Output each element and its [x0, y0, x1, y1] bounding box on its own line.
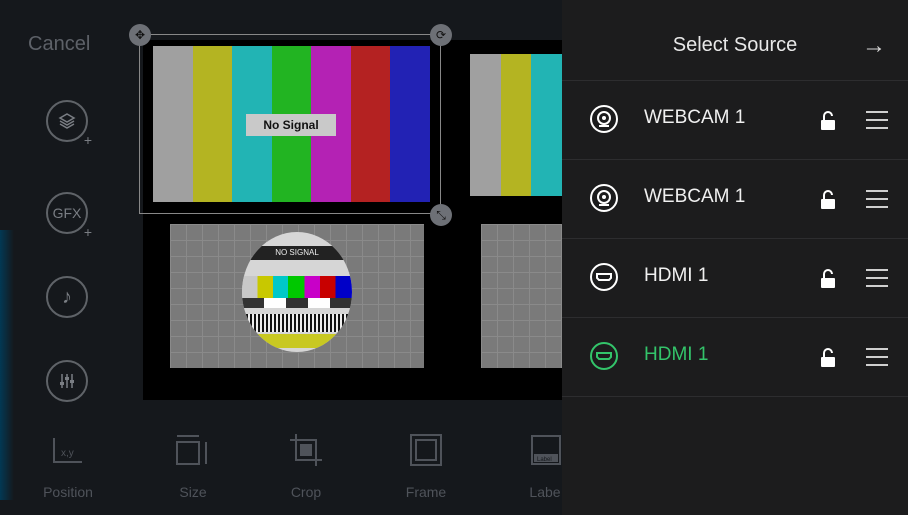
mixer-icon — [60, 374, 74, 388]
test-card-yellow-band — [242, 334, 352, 348]
source-item-hdmi-2[interactable]: HDMI 1 — [562, 317, 908, 397]
add-layer-button[interactable]: + — [46, 100, 92, 148]
plus-icon: + — [83, 132, 92, 148]
source-label: HDMI 1 — [644, 344, 709, 365]
crop-button[interactable]: Crop — [266, 430, 346, 500]
select-source-panel: Select Source → WEBCAM 1 WEBCAM 1 HDMI 1 — [562, 0, 908, 515]
color-bar — [531, 54, 563, 196]
drag-handle-icon[interactable] — [866, 190, 888, 208]
drag-handle-icon[interactable] — [866, 348, 888, 366]
frame-icon — [386, 430, 466, 470]
color-bar — [500, 54, 532, 196]
test-card-label: NO SIGNAL — [242, 246, 352, 260]
size-label: Size — [179, 484, 207, 500]
frame-label: Frame — [405, 484, 447, 500]
editor-area: Cancel + GFX + ♪ No Signal NO SIGNAL ✥ ⟳… — [0, 0, 563, 515]
hdmi-icon — [590, 263, 618, 291]
unlock-icon[interactable] — [820, 348, 836, 368]
test-card-color-band — [242, 276, 352, 298]
webcam-icon — [590, 105, 618, 133]
unlock-icon[interactable] — [820, 190, 836, 210]
size-icon — [153, 430, 233, 470]
drag-handle-icon[interactable] — [866, 111, 888, 129]
source-item-webcam-2[interactable]: WEBCAM 1 — [562, 159, 908, 238]
svg-text:x,y: x,y — [61, 448, 74, 459]
position-button[interactable]: x,y Position — [28, 430, 108, 500]
panel-header: Select Source → — [562, 0, 908, 80]
rotate-handle[interactable]: ⟳ — [430, 24, 452, 46]
drag-handle-icon[interactable] — [866, 269, 888, 287]
source-label: WEBCAM 1 — [644, 186, 746, 207]
panel-title: Select Source — [672, 34, 798, 56]
test-card-grid — [481, 224, 562, 368]
position-label: Position — [43, 484, 93, 500]
cancel-button[interactable]: Cancel — [28, 33, 90, 56]
resize-handle[interactable]: ⤡ — [430, 204, 452, 226]
test-card-circle: NO SIGNAL — [242, 232, 352, 352]
color-bar — [470, 54, 501, 196]
selection-frame[interactable] — [139, 34, 441, 214]
test-card-resolution-band — [242, 314, 352, 332]
bottom-toolbar: x,y Position Size Crop Frame Label Labe — [0, 430, 562, 515]
hdmi-icon — [590, 342, 618, 370]
test-card-preview[interactable]: NO SIGNAL — [170, 224, 424, 368]
arrow-right-icon[interactable]: → — [862, 32, 886, 60]
size-button[interactable]: Size — [153, 430, 233, 500]
music-note-icon: ♪ — [62, 285, 72, 308]
source-item-hdmi-1[interactable]: HDMI 1 — [562, 238, 908, 317]
source-label: HDMI 1 — [644, 265, 709, 286]
crop-label: Crop — [290, 484, 322, 500]
unlock-icon[interactable] — [820, 269, 836, 289]
svg-text:Label: Label — [537, 457, 552, 463]
gfx-add-icon: GFX — [52, 205, 82, 221]
test-card-preview-secondary[interactable] — [481, 224, 562, 368]
layers-add-icon — [58, 113, 76, 129]
frame-button[interactable]: Frame — [386, 430, 466, 500]
crop-icon — [266, 430, 346, 470]
position-icon: x,y — [28, 430, 108, 470]
plus-icon: + — [83, 224, 92, 240]
music-button[interactable]: ♪ — [46, 276, 88, 318]
app-window: Cancel + GFX + ♪ No Signal NO SIGNAL ✥ ⟳… — [0, 0, 908, 515]
move-handle[interactable]: ✥ — [129, 24, 151, 46]
rotate-icon: ⟳ — [435, 28, 447, 42]
move-icon: ✥ — [134, 28, 146, 42]
color-bars-preview-secondary[interactable] — [470, 54, 563, 196]
mixer-button[interactable] — [46, 360, 88, 402]
test-card-stripe — [242, 298, 352, 308]
source-label: WEBCAM 1 — [644, 107, 746, 128]
source-item-webcam-1[interactable]: WEBCAM 1 — [562, 80, 908, 159]
add-gfx-button[interactable]: GFX + — [46, 192, 92, 240]
resize-icon: ⤡ — [436, 207, 446, 222]
webcam-icon — [590, 184, 618, 212]
unlock-icon[interactable] — [820, 111, 836, 131]
